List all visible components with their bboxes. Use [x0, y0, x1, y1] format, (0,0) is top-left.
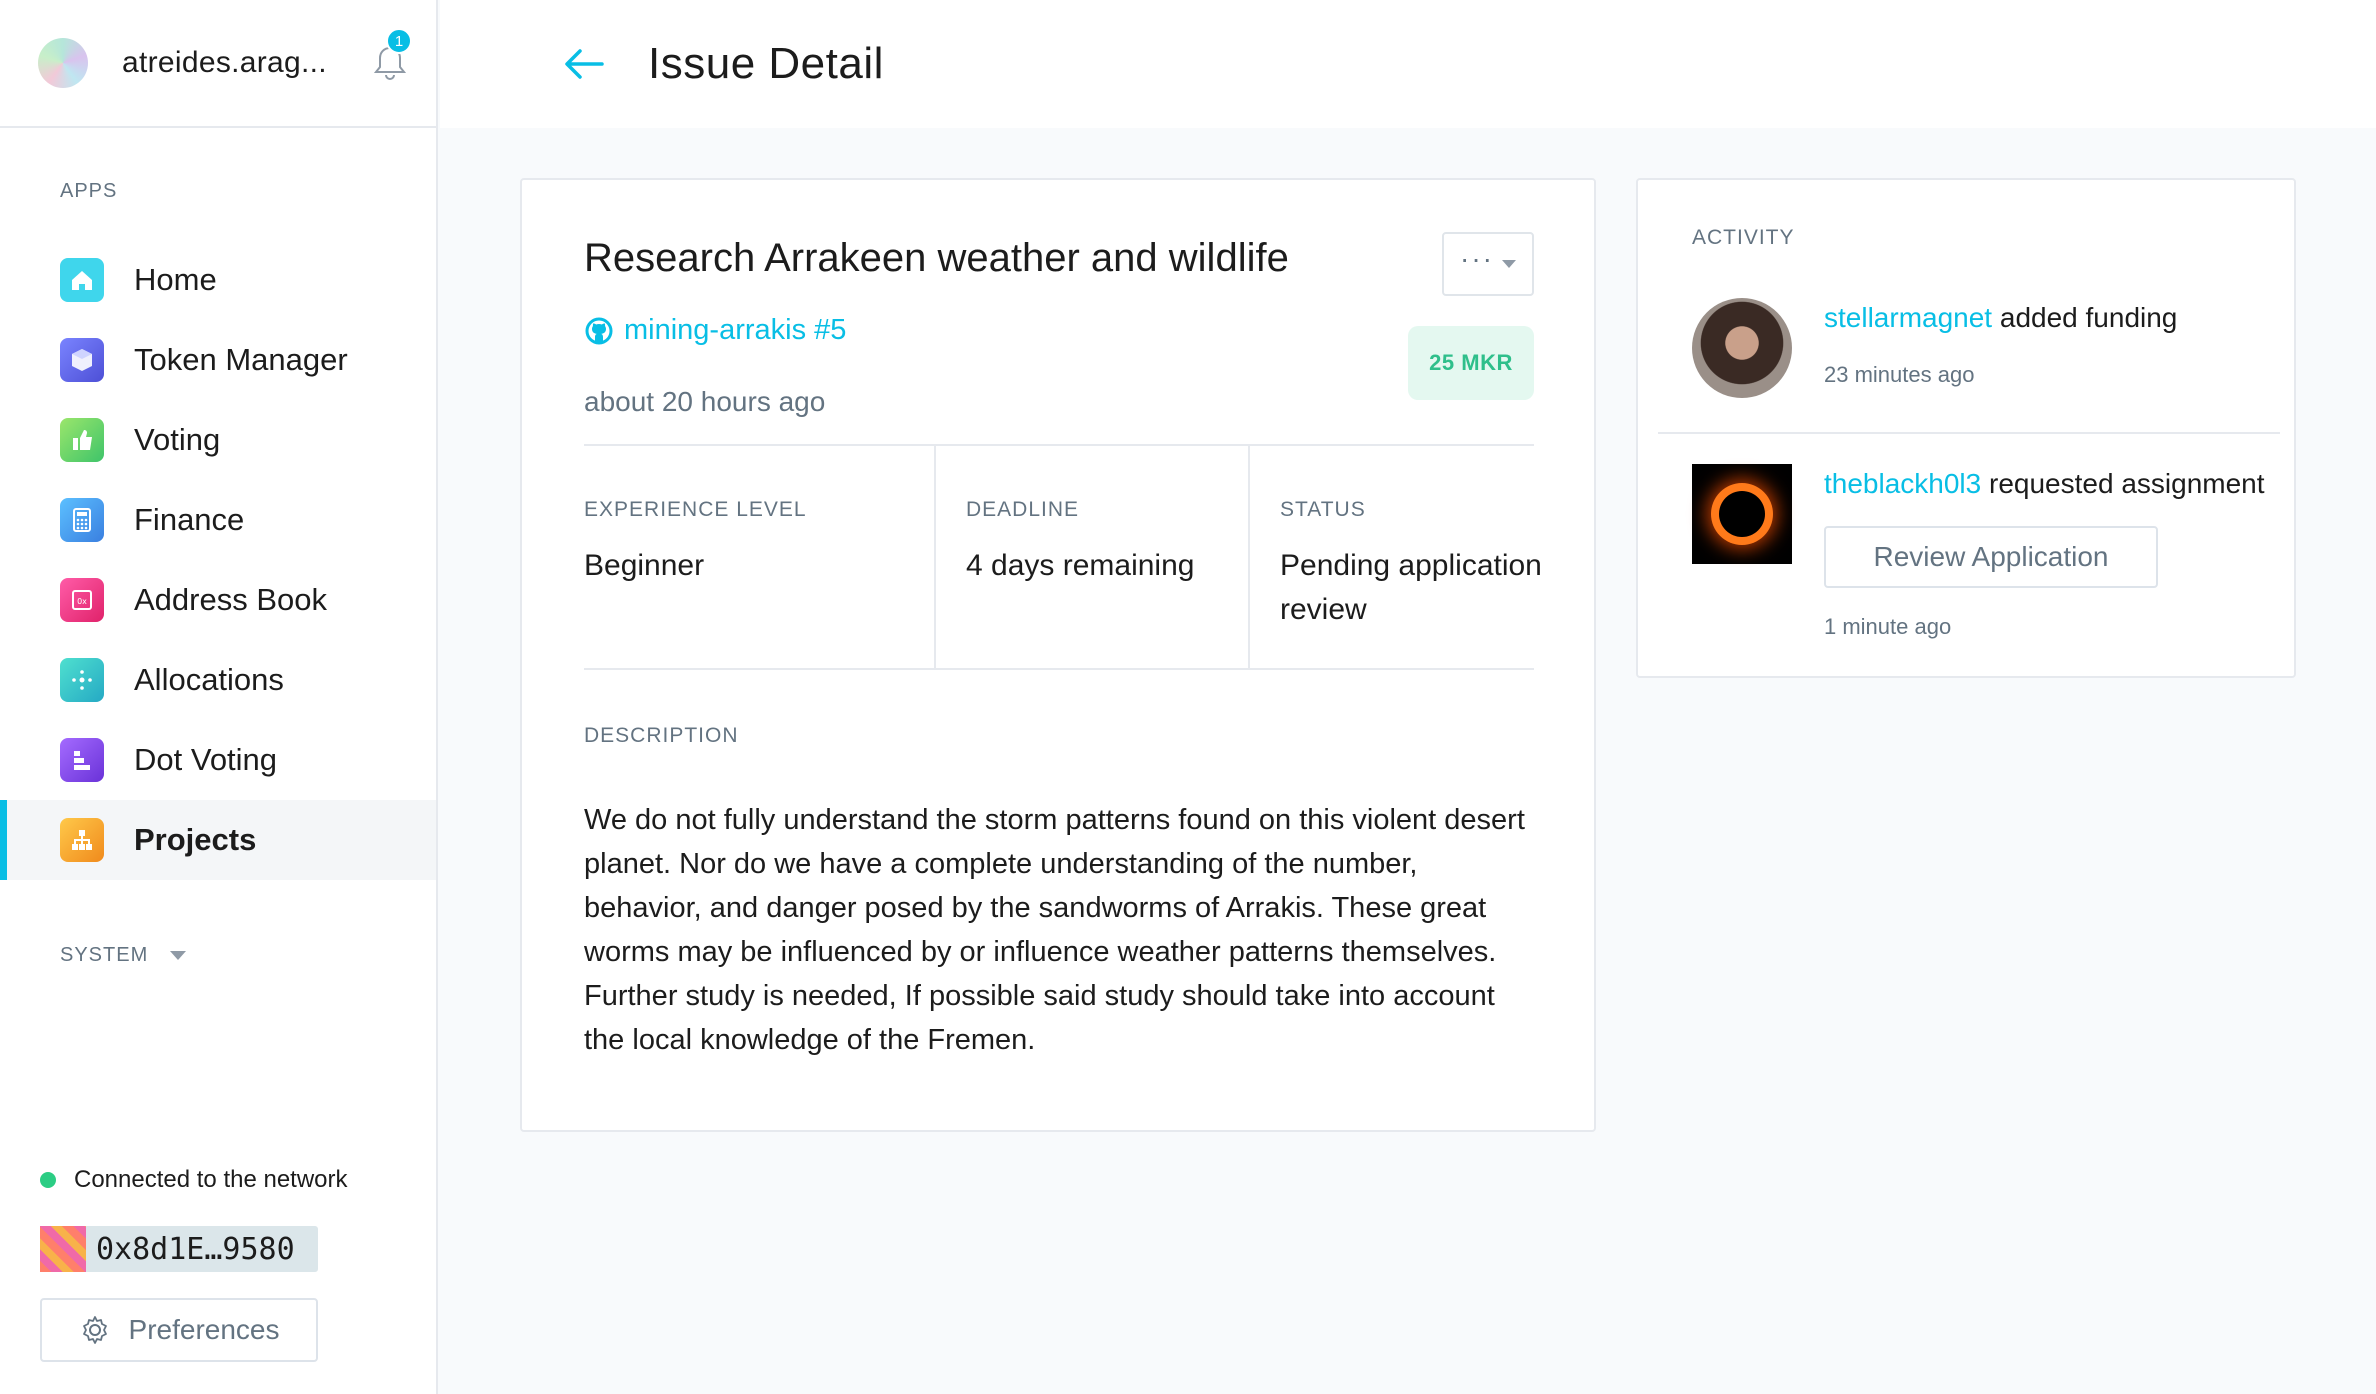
avatar: [1692, 298, 1792, 398]
activity-item: stellarmagnet added funding 23 minutes a…: [1692, 298, 2282, 408]
allocations-icon: [60, 658, 104, 702]
identicon-avatar: [40, 1226, 86, 1272]
activity-time: 23 minutes ago: [1824, 362, 1975, 387]
review-application-button[interactable]: Review Application: [1824, 526, 2158, 588]
sidebar-item-voting[interactable]: Voting: [0, 400, 436, 480]
org-name: atreides.arag...: [122, 46, 327, 79]
notification-badge: 1: [386, 28, 412, 54]
sidebar-item-address-book[interactable]: 0x Address Book: [0, 560, 436, 640]
sidebar-item-label: Voting: [134, 422, 221, 457]
top-bar: Issue Detail: [440, 0, 2376, 128]
activity-user-link[interactable]: stellarmagnet: [1824, 302, 1992, 333]
activity-action: added funding: [1992, 302, 2178, 333]
activity-user-link[interactable]: theblackh0l3: [1824, 468, 1981, 499]
dot-voting-icon: [60, 738, 104, 782]
activity-time: 1 minute ago: [1824, 614, 1952, 639]
activity-text: theblackh0l3 requested assignment: [1824, 468, 2265, 500]
issue-meta-row: EXPERIENCE LEVEL Beginner DEADLINE 4 day…: [584, 444, 1542, 670]
activity-card: ACTIVITY stellarmagnet added funding 23 …: [1636, 178, 2296, 678]
sidebar-item-finance[interactable]: Finance: [0, 480, 436, 560]
sidebar-item-allocations[interactable]: Allocations: [0, 640, 436, 720]
repo-issue-link[interactable]: mining-arrakis #5: [584, 314, 846, 347]
deadline-label: DEADLINE: [966, 498, 1080, 521]
chevron-down-icon: [170, 951, 187, 960]
network-status-label: Connected to the network: [74, 1166, 348, 1193]
voting-icon: [60, 418, 104, 462]
sidebar-item-home[interactable]: Home: [0, 240, 436, 320]
experience-level-value: Beginner: [584, 549, 705, 582]
sidebar-item-projects[interactable]: Projects: [0, 800, 436, 880]
experience-level-label: EXPERIENCE LEVEL: [584, 498, 807, 521]
bounty-badge: 25 MKR: [1408, 326, 1534, 400]
sidebar-item-dot-voting[interactable]: Dot Voting: [0, 720, 436, 800]
org-header[interactable]: atreides.arag... 1: [0, 0, 436, 128]
back-arrow-icon[interactable]: [562, 47, 606, 81]
status-field: STATUS Pending application review: [1248, 446, 1542, 668]
activity-label: ACTIVITY: [1692, 226, 1795, 249]
sidebar: atreides.arag... 1 APPS Home Token Manag…: [0, 0, 438, 1394]
address-book-icon: 0x: [60, 578, 104, 622]
preferences-button[interactable]: Preferences: [40, 1298, 318, 1362]
account-address: 0x8d1E…9580: [96, 1231, 295, 1267]
network-status-dot-icon: [40, 1172, 56, 1188]
sidebar-item-token-manager[interactable]: Token Manager: [0, 320, 436, 400]
issue-description: We do not fully understand the storm pat…: [584, 804, 1525, 1056]
activity-action: requested assignment: [1981, 468, 2265, 499]
apps-section-label: APPS: [60, 180, 118, 202]
deadline-value: 4 days remaining: [966, 549, 1195, 582]
experience-level-field: EXPERIENCE LEVEL Beginner: [584, 446, 934, 668]
sidebar-item-label: Address Book: [134, 582, 327, 617]
page-title: Issue Detail: [648, 39, 884, 88]
network-status: Connected to the network: [40, 1166, 348, 1194]
activity-item: theblackh0l3 requested assignment Review…: [1692, 464, 2282, 644]
github-icon: [585, 317, 613, 344]
issue-detail-card: Research Arrakeen weather and wildlife ·…: [520, 178, 1596, 1132]
token-manager-icon: [60, 338, 104, 382]
deadline-field: DEADLINE 4 days remaining: [934, 446, 1248, 668]
activity-divider: [1658, 432, 2280, 434]
home-icon: [60, 258, 104, 302]
more-icon: ···: [1460, 243, 1494, 274]
system-section-toggle[interactable]: SYSTEM: [60, 944, 187, 967]
org-avatar: [38, 38, 88, 88]
app-nav: Home Token Manager Voting Finance 0x Add…: [0, 240, 436, 880]
sidebar-item-label: Home: [134, 262, 217, 297]
sidebar-item-label: Allocations: [134, 662, 284, 697]
black-hole-image: [1719, 491, 1765, 537]
system-section-label: SYSTEM: [60, 944, 149, 966]
sidebar-item-label: Finance: [134, 502, 245, 537]
sidebar-item-label: Token Manager: [134, 342, 348, 377]
status-value: Pending application review: [1280, 549, 1542, 626]
preferences-label: Preferences: [128, 1314, 280, 1345]
status-label: STATUS: [1280, 498, 1366, 521]
repo-issue-label: mining-arrakis #5: [624, 314, 847, 346]
account-address-badge[interactable]: 0x8d1E…9580: [40, 1226, 318, 1272]
description-label: DESCRIPTION: [584, 724, 739, 747]
svg-text:0x: 0x: [77, 597, 87, 606]
projects-icon: [60, 818, 104, 862]
issue-title: Research Arrakeen weather and wildlife: [584, 236, 1289, 280]
activity-text: stellarmagnet added funding: [1824, 302, 2177, 334]
issue-created-time: about 20 hours ago: [584, 386, 826, 417]
gear-icon: [82, 1316, 107, 1344]
chevron-down-icon: [1501, 260, 1516, 268]
sidebar-item-label: Dot Voting: [134, 742, 278, 777]
sidebar-item-label: Projects: [134, 822, 257, 857]
avatar: [1692, 464, 1792, 564]
finance-icon: [60, 498, 104, 542]
issue-actions-menu-button[interactable]: ···: [1442, 232, 1534, 296]
